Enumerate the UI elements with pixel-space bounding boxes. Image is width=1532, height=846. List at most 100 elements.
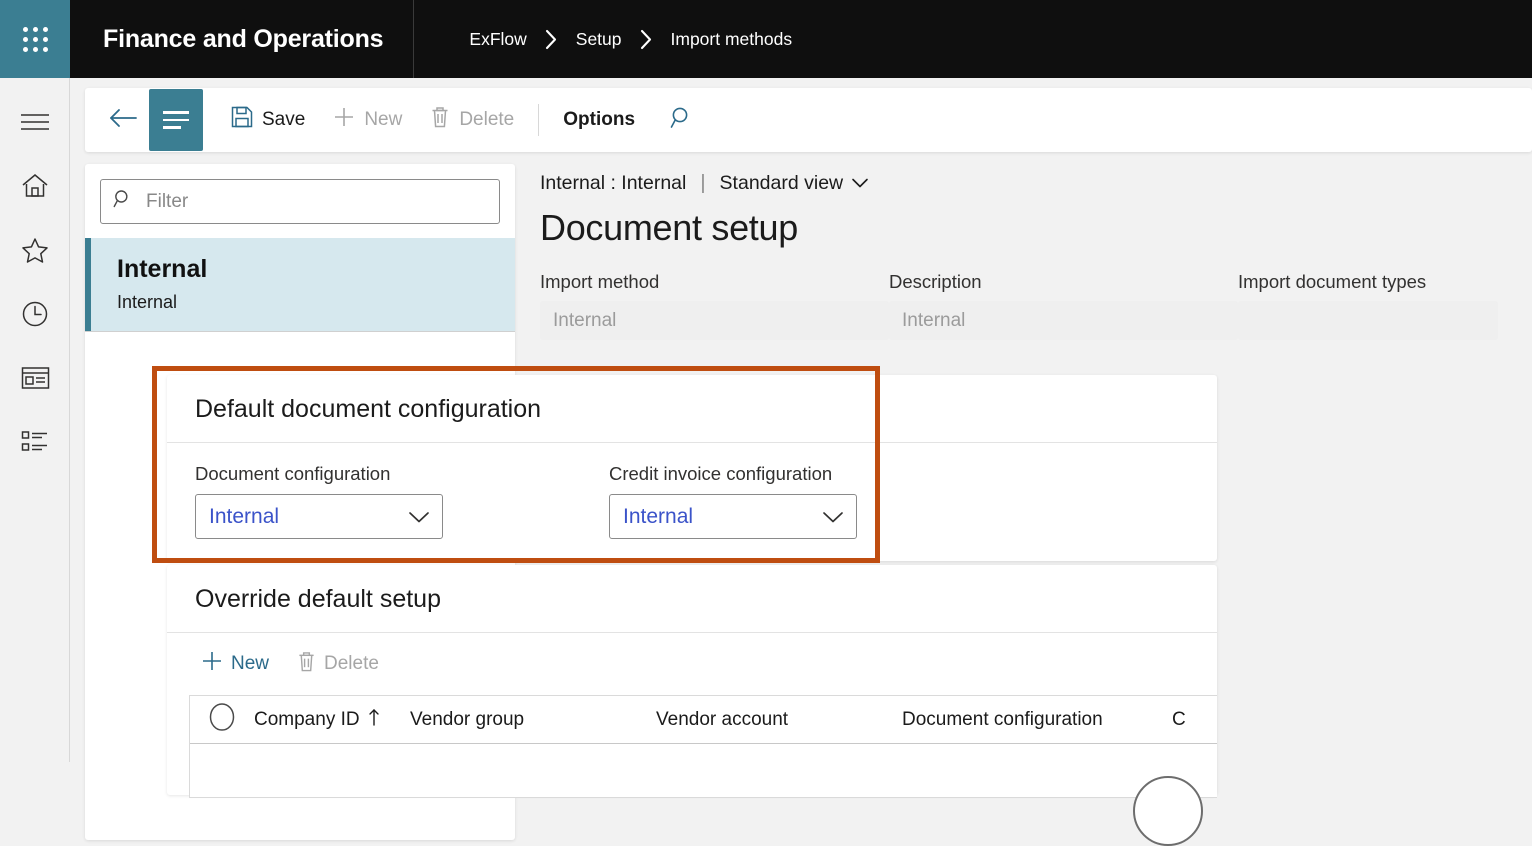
view-selector-label: Standard view [719, 172, 844, 194]
left-navigation-rail [0, 78, 70, 762]
override-setup-header: Override default setup [167, 565, 1217, 633]
view-selector[interactable]: Standard view [720, 172, 870, 195]
breadcrumb: ExFlow Setup Import methods [414, 0, 792, 78]
grid-delete-button[interactable]: Delete [285, 646, 391, 683]
credit-invoice-configuration-label: Credit invoice configuration [609, 463, 833, 484]
description-input[interactable]: Internal [889, 301, 1238, 340]
top-navigation-bar: Finance and Operations ExFlow Setup Impo… [0, 0, 1532, 78]
filter-container [85, 164, 515, 238]
save-button-label: Save [262, 109, 306, 130]
app-title: Finance and Operations [70, 0, 415, 78]
credit-invoice-configuration-field: Credit invoice configuration Internal [609, 463, 1023, 539]
description-label: Description [889, 271, 982, 292]
import-document-types-input[interactable] [1238, 301, 1498, 340]
plus-icon [201, 650, 223, 678]
app-launcher-button[interactable] [0, 0, 70, 78]
grid-column-vendor-group[interactable]: Vendor group [410, 709, 656, 731]
grid-new-button[interactable]: New [189, 645, 281, 683]
sidebar-item-home[interactable] [0, 154, 70, 218]
grid-column-company-id[interactable]: Company ID [254, 708, 410, 732]
import-document-types-field: Import document types [1238, 271, 1498, 340]
sidebar-item-favorites[interactable] [0, 218, 70, 282]
grid-column-credit-configuration[interactable]: C [1172, 709, 1212, 731]
caption-divider: | [700, 172, 706, 194]
grid-header-row: Company ID Vendor group Vendor account D… [190, 696, 1217, 744]
breadcrumb-item-exflow[interactable]: ExFlow [469, 29, 526, 50]
page-title: Document setup [540, 207, 798, 248]
grid-column-vendor-account[interactable]: Vendor account [656, 709, 902, 731]
save-floppy-icon [231, 106, 253, 134]
document-configuration-dropdown[interactable]: Internal [195, 494, 443, 539]
default-document-configuration-section: Default document configuration Document … [167, 375, 1217, 561]
search-button[interactable] [659, 98, 705, 142]
clock-icon [21, 300, 49, 328]
list-item-title: Internal [117, 255, 208, 283]
row-select-circle-icon [208, 702, 236, 737]
home-icon [21, 173, 49, 199]
credit-invoice-configuration-dropdown[interactable]: Internal [609, 494, 857, 539]
chevron-right-icon [545, 29, 558, 50]
workspace-icon [21, 366, 50, 390]
sidebar-item-recent[interactable] [0, 282, 70, 346]
filter-box[interactable] [100, 179, 500, 224]
trash-icon [430, 106, 450, 134]
grid-column-document-configuration[interactable]: Document configuration [902, 709, 1172, 731]
import-method-label: Import method [540, 271, 660, 292]
plus-icon [333, 106, 355, 134]
back-arrow-icon [108, 107, 138, 134]
save-button[interactable]: Save [217, 98, 319, 142]
star-icon [21, 237, 49, 264]
override-grid: Company ID Vendor group Vendor account D… [189, 695, 1217, 846]
grid-column-company-id-label: Company ID [254, 708, 360, 730]
options-button[interactable]: Options [549, 98, 649, 142]
sidebar-item-modules[interactable] [0, 410, 70, 474]
sort-ascending-arrow-icon [368, 708, 380, 732]
default-config-body: Document configuration Internal Credit i… [167, 443, 1217, 539]
delete-button[interactable]: Delete [416, 98, 528, 142]
chevron-down-icon [408, 510, 430, 524]
new-button-label: New [364, 109, 403, 130]
breadcrumb-item-import-methods[interactable]: Import methods [671, 29, 793, 50]
chevron-right-icon [640, 29, 653, 50]
nav-pane-toggle-button[interactable] [149, 89, 203, 151]
grid-new-label: New [231, 653, 270, 674]
grid-toolbar: New Delete [167, 633, 1217, 695]
row-lookup-circle-icon[interactable] [1133, 776, 1203, 846]
new-button[interactable]: New [319, 98, 416, 142]
select-all-rows-button[interactable] [190, 702, 254, 737]
search-icon [113, 189, 133, 214]
options-button-label: Options [563, 109, 636, 130]
credit-invoice-configuration-value: Internal [623, 504, 694, 528]
document-configuration-field: Document configuration Internal [195, 463, 609, 539]
record-caption-row: Internal : Internal | Standard view [540, 172, 1532, 195]
record-caption: Internal : Internal [540, 172, 687, 194]
grid-delete-label: Delete [324, 653, 379, 674]
modules-list-icon [21, 430, 49, 454]
breadcrumb-item-setup[interactable]: Setup [576, 29, 622, 50]
trash-icon [297, 651, 316, 678]
chevron-down-icon [851, 172, 869, 195]
list-item-subtitle: Internal [117, 292, 178, 313]
table-row[interactable] [190, 744, 1217, 846]
search-icon [670, 106, 694, 135]
hamburger-menu-icon [20, 112, 50, 132]
nav-pane-toggle-icon [163, 111, 189, 129]
command-bar: Save New Delete Options [85, 88, 1532, 152]
description-field: Description Internal [889, 271, 1238, 340]
document-configuration-label: Document configuration [195, 463, 391, 484]
import-document-types-label: Import document types [1238, 271, 1427, 292]
header-fields-row: Import method Internal Description Inter… [525, 249, 1532, 340]
back-button[interactable] [101, 98, 145, 142]
workspace: Save New Delete Options Filter Internal … [70, 78, 1532, 846]
filter-input[interactable] [144, 189, 487, 214]
default-config-header: Default document configuration [167, 375, 1217, 443]
import-method-input[interactable]: Internal [540, 301, 889, 340]
override-default-setup-section: Override default setup New Delete Compan… [167, 565, 1217, 846]
import-method-field: Import method Internal [540, 271, 889, 340]
list-item[interactable]: Internal Internal [85, 238, 515, 332]
nav-menu-button[interactable] [0, 90, 70, 154]
command-bar-divider [538, 104, 540, 136]
sidebar-item-workspaces[interactable] [0, 346, 70, 410]
detail-header: Internal : Internal | Standard view Docu… [525, 164, 1532, 249]
app-launcher-icon [22, 26, 48, 52]
